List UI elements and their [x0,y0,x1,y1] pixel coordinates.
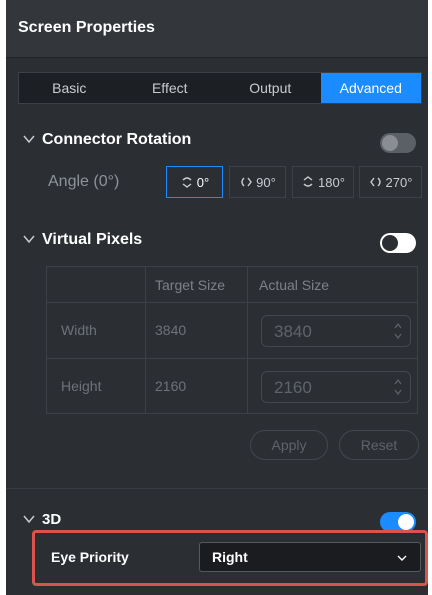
table-row: Height 2160 2160 [47,359,417,415]
rotate-270-icon [369,177,381,187]
rotate-180-icon [303,176,313,187]
row-label-width: Width [61,322,97,338]
angle-0-label: 0° [196,174,210,190]
apply-button[interactable]: Apply [250,430,328,460]
angle-90-label: 90° [256,174,276,190]
angle-0-button[interactable]: 0° [166,166,223,198]
row-label-height: Height [61,378,102,394]
three-d-toggle[interactable] [380,512,416,532]
toggle-knob [382,235,398,251]
three-d-title: 3D [42,511,62,528]
virtual-pixels-title: Virtual Pixels [42,231,143,248]
target-height-value: 2160 [155,378,187,394]
rotate-90-icon [241,177,253,187]
actual-width-value: 3840 [274,322,312,341]
eye-priority-select[interactable]: Right [199,542,421,572]
eye-priority-label: Eye Priority [51,549,129,565]
virtual-pixels-table: Target Size Actual Size Width 3840 3840 … [46,266,418,414]
spinner-arrows-icon[interactable] [393,321,403,341]
angle-180-button[interactable]: 180° [292,166,354,198]
actual-height-input[interactable]: 2160 [261,371,411,403]
angle-90-button[interactable]: 90° [229,166,286,198]
toggle-knob [382,135,398,151]
tab-output[interactable]: Output [220,73,321,103]
connector-rotation-title: Connector Rotation [42,131,192,148]
panel-header: Screen Properties [6,0,428,58]
table-row: Width 3840 3840 [47,303,417,359]
panel-title: Screen Properties [18,19,155,36]
virtual-pixels-toggle[interactable] [380,233,416,253]
target-width-value: 3840 [155,322,187,338]
chevron-down-icon[interactable] [22,132,36,146]
section-divider [6,488,428,489]
tab-effect[interactable]: Effect [120,73,221,103]
angle-180-label: 180° [318,174,345,190]
actual-width-input[interactable]: 3840 [261,315,411,347]
chevron-down-icon[interactable] [22,512,36,526]
column-header-target: Target Size [155,277,226,293]
tab-advanced[interactable]: Advanced [320,73,421,103]
virtual-pixels-section-header[interactable]: Virtual Pixels [6,228,428,254]
column-header-actual: Actual Size [259,277,330,293]
tab-bar: Basic Effect Output Advanced [18,72,422,104]
angle-label: Angle (0°) [48,173,120,190]
table-header: Target Size Actual Size [47,267,417,303]
angle-270-button[interactable]: 270° [359,166,422,198]
rotate-0-icon [182,177,192,188]
tab-basic[interactable]: Basic [19,73,120,103]
reset-button[interactable]: Reset [339,430,419,460]
chevron-down-icon[interactable] [22,232,36,246]
eye-priority-highlight: Eye Priority Right [32,530,428,586]
spinner-arrows-icon[interactable] [393,377,403,397]
screen-properties-panel: Screen Properties Basic Effect Output Ad… [6,0,428,595]
eye-priority-value: Right [212,549,248,565]
toggle-knob [398,514,414,530]
angle-270-label: 270° [385,174,413,190]
actual-height-value: 2160 [274,378,312,397]
connector-rotation-section-header[interactable]: Connector Rotation [6,128,428,154]
chevron-down-icon [397,555,407,561]
connector-rotation-toggle[interactable] [380,133,416,153]
